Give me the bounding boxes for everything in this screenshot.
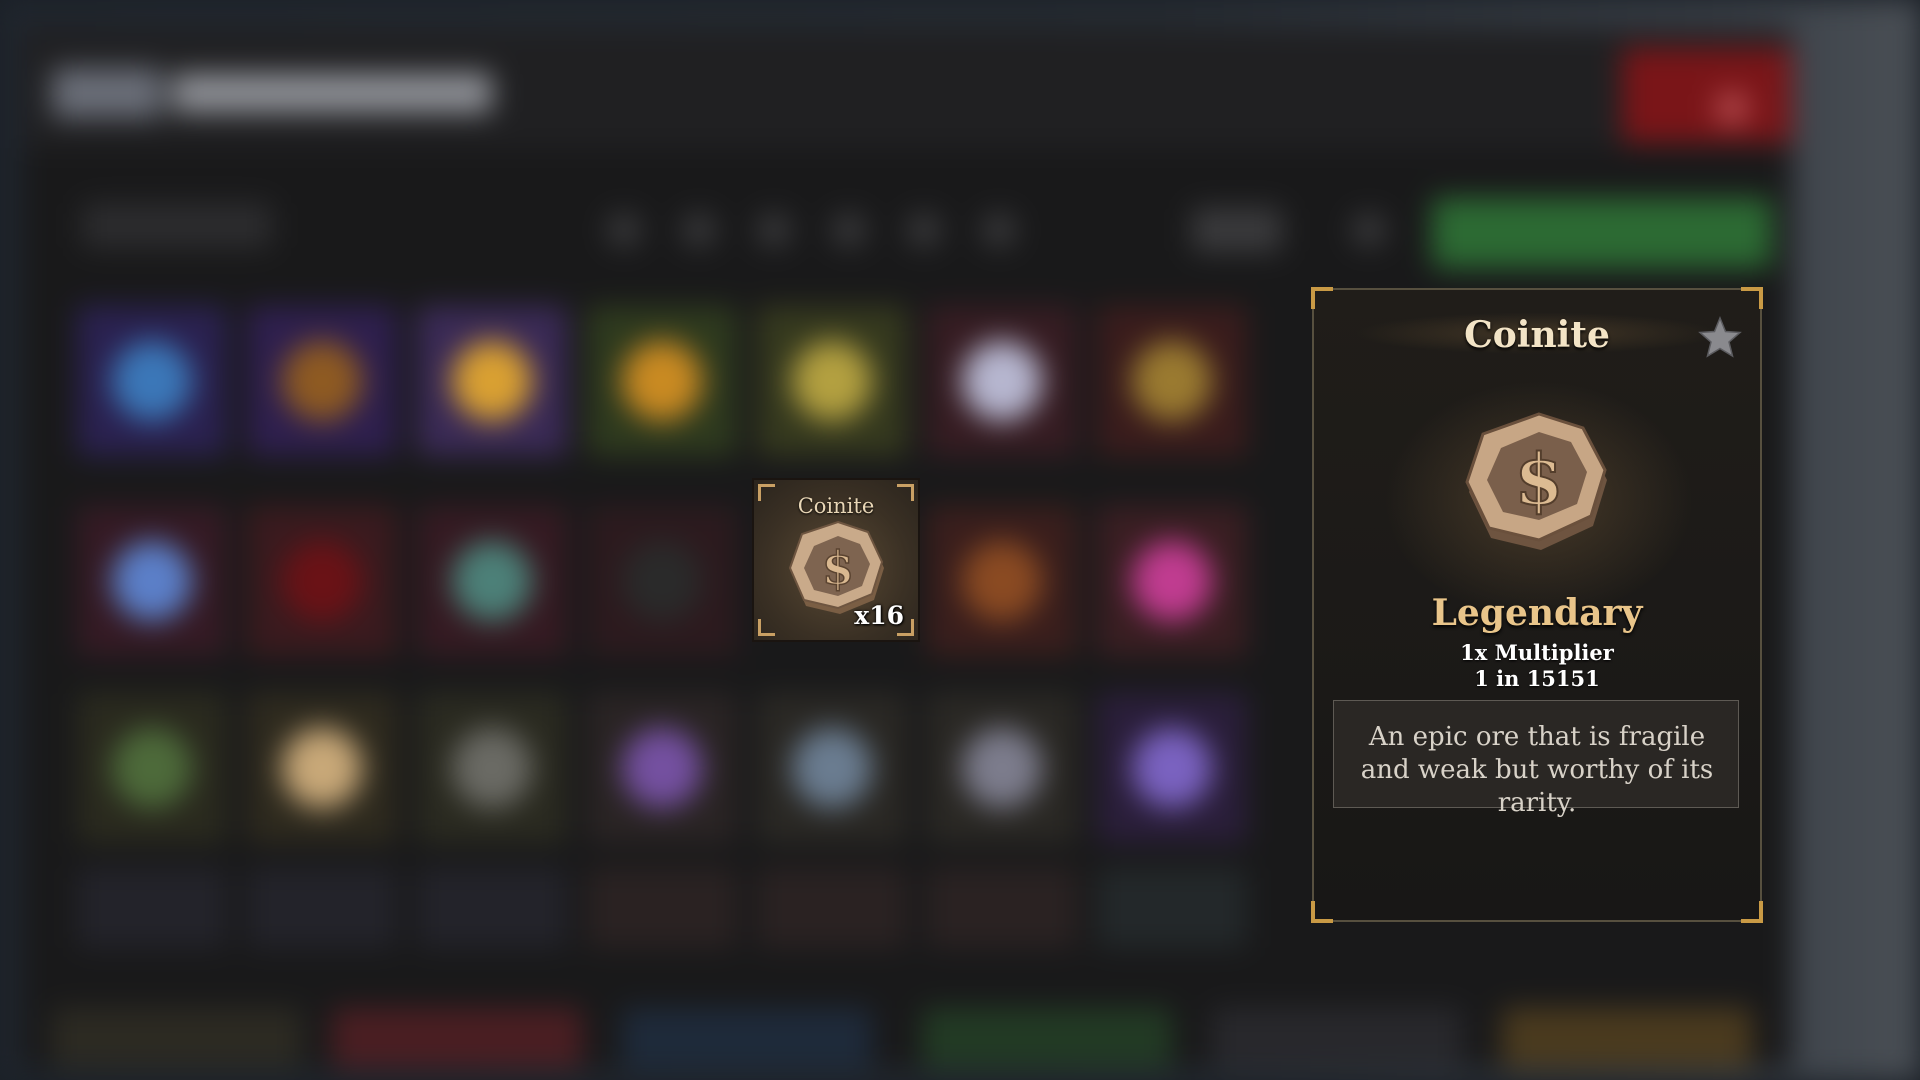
sort-button[interactable]	[1192, 208, 1282, 252]
slot-corner	[758, 619, 775, 636]
item-description-box: An epic ore that is fragile and weak but…	[1333, 700, 1739, 818]
inventory-slot[interactable]	[757, 693, 907, 843]
item-rarity: Legendary	[1431, 592, 1643, 634]
inventory-slot[interactable]	[247, 693, 397, 843]
inventory-slot[interactable]	[1097, 306, 1247, 456]
filter-button[interactable]	[607, 213, 641, 247]
action-button[interactable]	[1432, 198, 1772, 268]
inventory-title	[172, 73, 492, 113]
selected-inventory-slot[interactable]: Coinite $ x16	[752, 478, 920, 642]
inventory-slot[interactable]	[417, 306, 567, 456]
coin-icon: $	[1465, 412, 1607, 550]
inventory-slot[interactable]	[927, 506, 1077, 656]
inventory-slot[interactable]	[587, 506, 737, 656]
inventory-slot[interactable]	[77, 693, 227, 843]
category-tab[interactable]	[922, 1008, 1172, 1068]
filter-button[interactable]	[1352, 213, 1386, 247]
slot-item-name: Coinite	[797, 494, 875, 518]
inventory-slot[interactable]	[77, 306, 227, 456]
category-tab[interactable]	[52, 1008, 302, 1068]
inventory-slot[interactable]	[1097, 868, 1247, 948]
category-tab[interactable]	[1212, 1008, 1462, 1068]
inventory-slot[interactable]	[587, 306, 737, 456]
inventory-slot[interactable]	[247, 506, 397, 656]
panel-corner	[1741, 901, 1763, 923]
filter-button[interactable]	[832, 213, 866, 247]
inventory-slot[interactable]	[247, 306, 397, 456]
inventory-slot[interactable]	[417, 868, 567, 948]
panel-corner	[1311, 287, 1333, 309]
panel-corner	[1311, 901, 1333, 923]
inventory-title-icon	[52, 68, 162, 118]
panel-corner	[1741, 287, 1763, 309]
inventory-slot[interactable]	[77, 506, 227, 656]
inventory-slot[interactable]	[927, 693, 1077, 843]
inventory-slot[interactable]	[247, 868, 397, 948]
inventory-slot[interactable]	[757, 868, 907, 948]
inventory-slot[interactable]	[1097, 693, 1247, 843]
item-multiplier: 1x Multiplier	[1460, 640, 1614, 665]
search-input[interactable]	[82, 203, 272, 248]
category-tab[interactable]	[622, 1008, 872, 1068]
slot-quantity: x16	[854, 601, 904, 630]
inventory-slot[interactable]	[417, 506, 567, 656]
svg-text:$: $	[822, 541, 854, 595]
inventory-slot[interactable]	[927, 306, 1077, 456]
item-drop-chance: 1 in 15151	[1474, 666, 1600, 691]
star-icon[interactable]	[1696, 314, 1744, 362]
inventory-slot[interactable]	[1097, 506, 1247, 656]
inventory-slot[interactable]	[587, 693, 737, 843]
inventory-slot[interactable]	[587, 868, 737, 948]
inventory-slot[interactable]	[927, 868, 1077, 948]
category-tab[interactable]	[1502, 1008, 1752, 1068]
item-description: An epic ore that is fragile and weak but…	[1360, 722, 1714, 818]
close-button[interactable]	[1622, 48, 1792, 143]
inventory-slot[interactable]	[757, 306, 907, 456]
filter-button[interactable]	[757, 213, 791, 247]
close-icon	[1717, 93, 1747, 123]
category-tab[interactable]	[332, 1008, 582, 1068]
item-detail-panel: Coinite $ Legendary 1x Multiplier 1 in 1…	[1311, 287, 1763, 923]
filter-button[interactable]	[682, 213, 716, 247]
filter-button[interactable]	[982, 213, 1016, 247]
inventory-slot[interactable]	[77, 868, 227, 948]
filter-button[interactable]	[907, 213, 941, 247]
svg-text:$: $	[1515, 438, 1564, 521]
item-title: Coinite	[1464, 314, 1610, 356]
inventory-slot[interactable]	[417, 693, 567, 843]
